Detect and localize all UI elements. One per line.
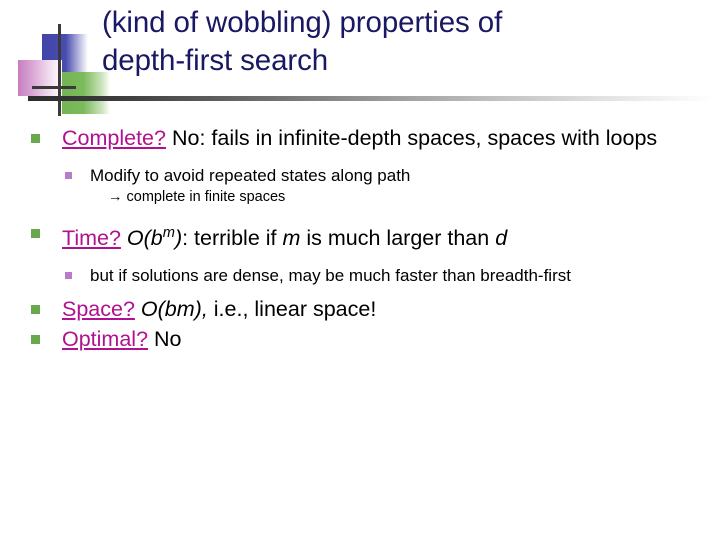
text-optimal: No <box>148 327 182 352</box>
title-divider <box>28 96 712 101</box>
slide: (kind of wobbling) properties of depth-f… <box>0 0 720 540</box>
bullet-marker-icon <box>31 335 40 345</box>
pink-square-icon <box>18 60 62 96</box>
subbullet-modify: Modify to avoid repeated states along pa… <box>0 164 720 187</box>
subbullet-marker-icon <box>65 272 72 280</box>
horizontal-line-icon <box>32 86 76 89</box>
vertical-line-icon <box>58 24 61 116</box>
slide-logo-decoration <box>18 24 110 116</box>
var-m: m <box>282 226 301 251</box>
label-space: Space? <box>62 297 135 322</box>
formula-time-prefix: O(b <box>126 226 163 251</box>
text-space: i.e., linear space! <box>207 297 377 322</box>
note-complete-finite: → complete in finite spaces <box>0 187 720 207</box>
slide-title-line-1: (kind of wobbling) properties of <box>102 6 503 39</box>
text-time-a: : terrible if <box>182 226 283 251</box>
slide-title: (kind of wobbling) properties of depth-f… <box>102 4 710 80</box>
formula-time: O(bm) <box>126 225 182 251</box>
slide-body: Complete? No: fails in infinite-depth sp… <box>0 124 720 355</box>
bullet-time: Time? O(bm): terrible if m is much large… <box>0 219 720 252</box>
text-dense: but if solutions are dense, may be much … <box>90 266 571 286</box>
formula-time-exponent: m <box>162 225 175 241</box>
text-modify: Modify to avoid repeated states along pa… <box>90 166 411 185</box>
bullet-space: Space? O(bm), i.e., linear space! <box>0 295 720 323</box>
text-complete: No: fails in infinite-depth spaces, spac… <box>165 126 658 150</box>
formula-space: O(bm), <box>140 297 208 322</box>
subbullet-dense: but if solutions are dense, may be much … <box>0 264 720 287</box>
label-optimal: Optimal? <box>62 327 149 352</box>
bullet-marker-icon <box>31 305 40 315</box>
bullet-complete: Complete? No: fails in infinite-depth sp… <box>0 124 720 152</box>
label-complete: Complete? <box>62 126 166 150</box>
var-d: d <box>495 226 508 251</box>
bullet-marker-icon <box>31 229 40 238</box>
bullet-marker-icon <box>31 134 40 143</box>
bullet-optimal: Optimal? No <box>0 325 720 353</box>
subbullet-marker-icon <box>65 172 72 179</box>
slide-title-line-2: depth-first search <box>102 44 329 77</box>
label-time: Time? <box>62 226 121 251</box>
text-complete-finite: → complete in finite spaces <box>108 189 286 205</box>
text-time-b: is much larger than <box>300 226 496 251</box>
